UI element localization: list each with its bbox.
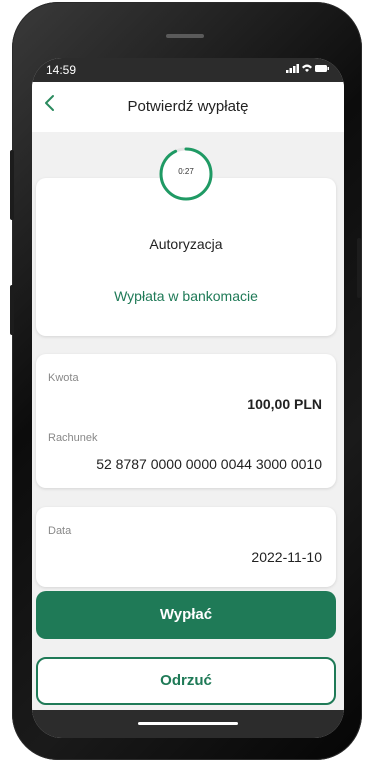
status-bar: 14:59 bbox=[32, 58, 344, 82]
account-value: 52 8787 0000 0000 0044 3000 0010 bbox=[96, 456, 322, 472]
page-title: Potwierdź wypłatę bbox=[127, 98, 249, 115]
signal-wifi-battery-icon bbox=[286, 64, 329, 73]
volume-button bbox=[10, 150, 14, 220]
status-time: 14:59 bbox=[46, 63, 77, 77]
home-indicator[interactable] bbox=[138, 722, 238, 725]
countdown-timer: 0:27 bbox=[158, 146, 214, 202]
date-value: 2022-11-10 bbox=[251, 549, 322, 565]
date-label: Data bbox=[48, 525, 72, 537]
header: Potwierdź wypłatę bbox=[32, 82, 344, 132]
authorization-title: Autoryzacja bbox=[149, 236, 223, 252]
app-screen: 14:59 Potwierdź wypłatę Autoryzacja Wypł… bbox=[32, 58, 344, 738]
reject-button[interactable]: Odrzuć bbox=[36, 657, 336, 705]
date-card: Data 2022-11-10 bbox=[36, 507, 336, 587]
details-card: Kwota 100,00 PLN Rachunek 52 8787 0000 0… bbox=[36, 354, 336, 488]
authorization-method: Wypłata w bankomacie bbox=[114, 288, 258, 304]
amount-label: Kwota bbox=[48, 372, 79, 384]
amount-value: 100,00 PLN bbox=[247, 396, 322, 412]
navigation-bar bbox=[32, 710, 344, 738]
earpiece-speaker bbox=[166, 34, 204, 38]
timer-label: 0:27 bbox=[178, 167, 194, 176]
chevron-left-icon bbox=[45, 95, 54, 111]
power-button bbox=[357, 238, 361, 298]
status-icons bbox=[286, 62, 330, 77]
volume-button-lower bbox=[10, 285, 14, 335]
confirm-withdrawal-button[interactable]: Wypłać bbox=[36, 591, 336, 639]
back-button[interactable] bbox=[38, 91, 62, 115]
account-label: Rachunek bbox=[48, 432, 98, 444]
